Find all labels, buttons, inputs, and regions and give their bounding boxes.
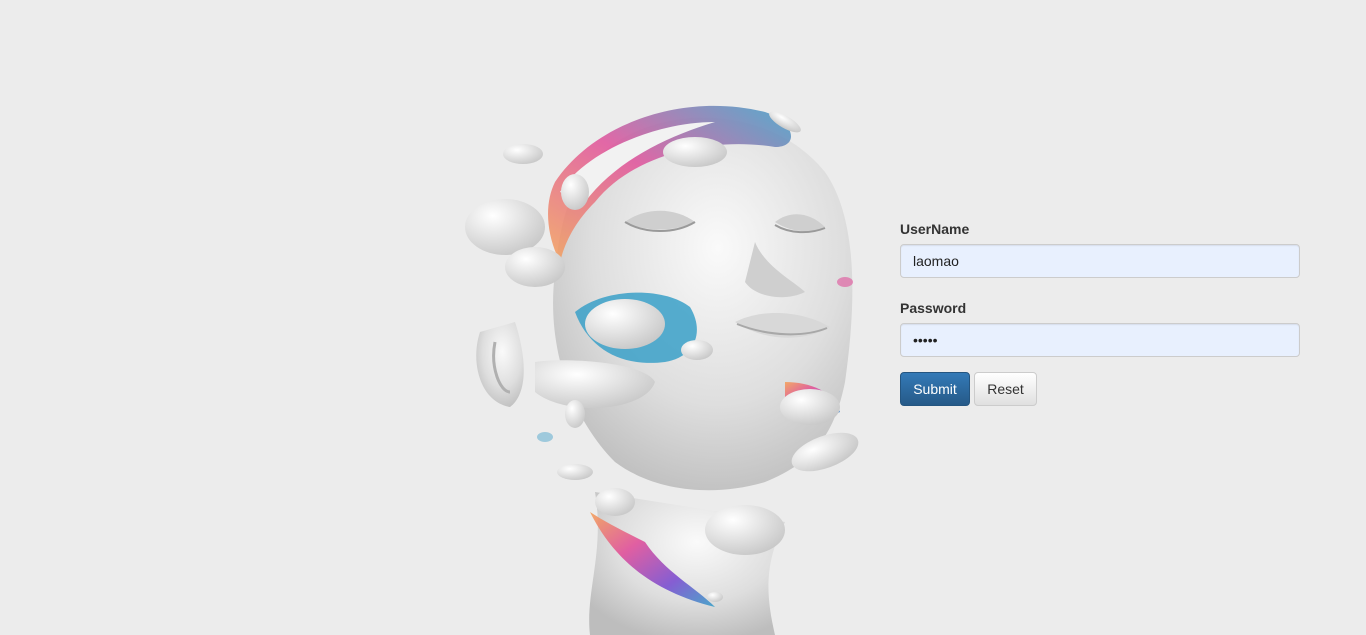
form-actions: Submit Reset [900,372,1300,406]
decorative-head-artwork [465,105,859,635]
username-group: UserName [900,220,1300,278]
password-label: Password [900,300,967,316]
password-input[interactable] [900,323,1300,357]
login-page: UserName Password Submit Reset [0,0,1366,635]
submit-button[interactable]: Submit [900,372,970,406]
username-input[interactable] [900,244,1300,278]
login-form: UserName Password Submit Reset [900,220,1300,406]
username-label: UserName [900,221,970,237]
password-group: Password [900,299,1300,357]
reset-button[interactable]: Reset [974,372,1037,406]
